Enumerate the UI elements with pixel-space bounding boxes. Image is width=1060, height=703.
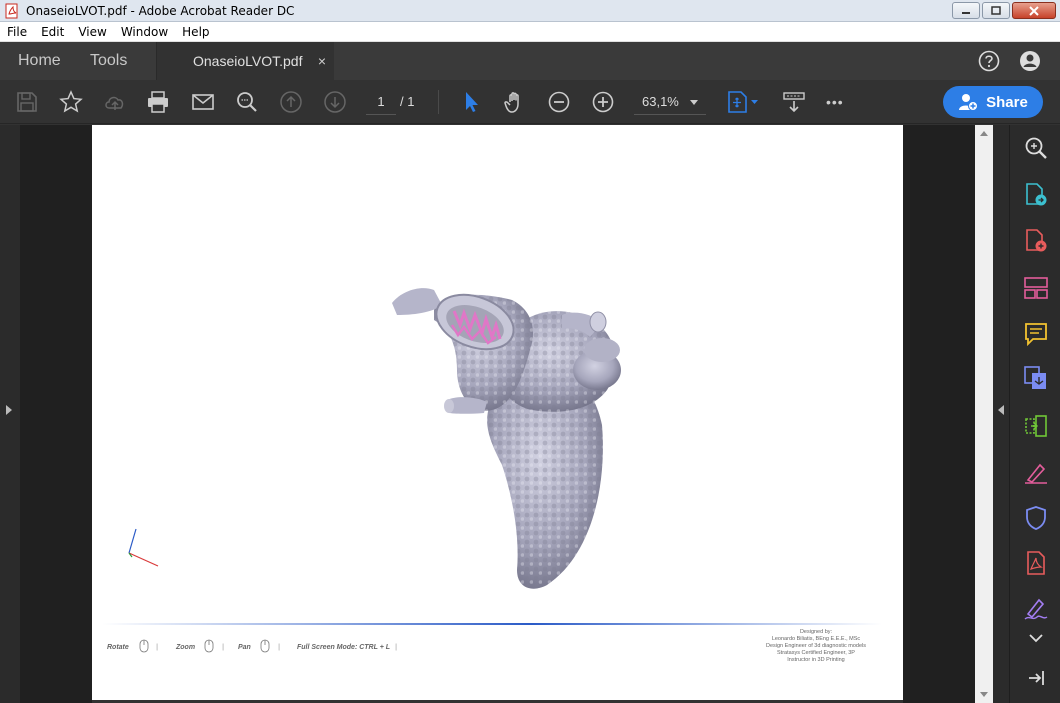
document-area: Rotate | Zoom | Pan | Full Screen Mode: … — [0, 125, 1009, 703]
designer-line: Stratasys Certified Engineer, 3P — [777, 650, 855, 656]
designer-line: Design Engineer of 3d diagnostic models — [766, 643, 866, 649]
create-pdf-icon[interactable] — [1023, 228, 1049, 254]
zoom-level-dropdown[interactable]: 63,1% — [634, 89, 706, 115]
mouse-rotate-icon — [139, 639, 149, 653]
zoom-in-icon[interactable] — [591, 90, 615, 114]
expand-right-icon — [6, 405, 12, 415]
share-label: Share — [986, 93, 1028, 111]
designer-credits: Designed by: Leonardo Biliatis, BEng E.E… — [751, 629, 881, 664]
close-tab-icon[interactable]: × — [318, 42, 326, 80]
email-icon[interactable] — [191, 90, 215, 114]
acrobat-window: OnaseioLVOT.pdf - Adobe Acrobat Reader D… — [0, 0, 1060, 703]
vertical-scrollbar[interactable] — [975, 125, 993, 703]
right-pane-collapse-toggle[interactable] — [993, 125, 1009, 703]
organize-pages-icon[interactable] — [1023, 413, 1049, 439]
tab-tools[interactable]: Tools — [90, 42, 127, 80]
bookmark-star-icon[interactable] — [59, 90, 83, 114]
mouse-pan-icon — [260, 639, 270, 653]
page-number-input[interactable]: 1 — [366, 89, 396, 115]
fill-sign-icon[interactable] — [1023, 459, 1049, 485]
menu-window[interactable]: Window — [114, 25, 175, 39]
footer-divider — [102, 623, 882, 625]
request-signature-icon[interactable] — [1023, 595, 1049, 621]
scroll-down-icon[interactable] — [980, 692, 988, 697]
tab-bar: Home Tools OnaseioLVOT.pdf × — [0, 42, 1060, 80]
pan-label: Pan — [238, 644, 251, 651]
save-icon[interactable] — [15, 90, 39, 114]
restore-icon — [991, 5, 1001, 15]
upload-cloud-icon[interactable] — [103, 90, 127, 114]
toolbar-divider — [438, 90, 439, 114]
print-icon[interactable] — [146, 90, 170, 114]
account-avatar-icon[interactable] — [1019, 50, 1041, 72]
comment-icon[interactable] — [1023, 321, 1049, 347]
add-user-icon — [959, 94, 979, 111]
left-panel-toggle[interactable] — [0, 125, 20, 703]
window-title: OnaseioLVOT.pdf - Adobe Acrobat Reader D… — [26, 3, 295, 18]
title-bar: OnaseioLVOT.pdf - Adobe Acrobat Reader D… — [0, 0, 1060, 22]
hand-pan-icon[interactable] — [503, 90, 527, 114]
designer-line: Instructor in 3D Printing — [787, 657, 845, 663]
minimize-button[interactable] — [952, 2, 980, 19]
zoom-level-value: 63,1% — [642, 94, 679, 109]
heart-3d-model[interactable] — [92, 125, 903, 620]
scroll-up-icon[interactable] — [980, 131, 988, 136]
zoom-label: Zoom — [176, 644, 196, 651]
main-toolbar: 1 / 1 63,1% ••• Share — [0, 80, 1060, 124]
document-tab-label: OnaseioLVOT.pdf — [193, 53, 303, 69]
previous-page-icon[interactable] — [279, 90, 303, 114]
close-icon — [1029, 5, 1039, 16]
next-page-icon[interactable] — [323, 90, 347, 114]
menu-view[interactable]: View — [71, 25, 113, 39]
designer-line: Designed by: — [799, 629, 833, 635]
mouse-zoom-icon — [204, 639, 214, 653]
chevron-down-icon — [690, 100, 698, 105]
scrolling-mode-icon[interactable] — [782, 90, 806, 114]
page-gutter-left — [20, 125, 92, 703]
combine-files-icon[interactable] — [1023, 365, 1049, 391]
protect-shield-icon[interactable] — [1023, 505, 1049, 531]
maximize-button[interactable] — [982, 2, 1010, 19]
collapse-left-icon — [998, 405, 1004, 415]
chevron-down-icon[interactable] — [1023, 628, 1049, 648]
acrobat-pdf-icon — [5, 3, 18, 18]
search-zoom-icon[interactable] — [235, 90, 259, 114]
edit-pdf-icon[interactable] — [1023, 275, 1049, 301]
fit-page-icon[interactable] — [726, 90, 760, 114]
menu-file[interactable]: File — [0, 25, 34, 39]
close-window-button[interactable] — [1012, 2, 1056, 19]
3d-controls-footer: Rotate | Zoom | Pan | Full Screen Mode: … — [92, 620, 903, 670]
designer-line: Leonardo Biliatis, BEng E.E.E., MSc — [771, 636, 861, 642]
minimize-icon — [962, 11, 970, 14]
tab-document[interactable]: OnaseioLVOT.pdf × — [156, 42, 334, 80]
collapse-pane-icon[interactable] — [1023, 665, 1049, 691]
zoom-search-icon[interactable] — [1023, 135, 1049, 161]
share-button[interactable]: Share — [943, 86, 1043, 118]
tab-home[interactable]: Home — [18, 42, 61, 80]
pdf-page[interactable]: Rotate | Zoom | Pan | Full Screen Mode: … — [92, 125, 903, 700]
tools-pane — [1009, 125, 1060, 703]
fullscreen-label: Full Screen Mode: CTRL + L — [297, 644, 391, 651]
select-cursor-icon[interactable] — [460, 90, 484, 114]
menu-bar: File Edit View Window Help — [0, 22, 1060, 42]
menu-help[interactable]: Help — [175, 25, 216, 39]
page-total-label: / 1 — [400, 94, 415, 109]
acrobat-pdf-tool-icon[interactable] — [1023, 550, 1049, 576]
page-gutter-right — [903, 125, 975, 703]
menu-edit[interactable]: Edit — [34, 25, 71, 39]
help-icon[interactable] — [978, 50, 1000, 72]
zoom-out-icon[interactable] — [547, 90, 571, 114]
more-tools-icon[interactable]: ••• — [826, 90, 856, 114]
rotate-label: Rotate — [107, 644, 129, 651]
export-pdf-icon[interactable] — [1023, 182, 1049, 208]
